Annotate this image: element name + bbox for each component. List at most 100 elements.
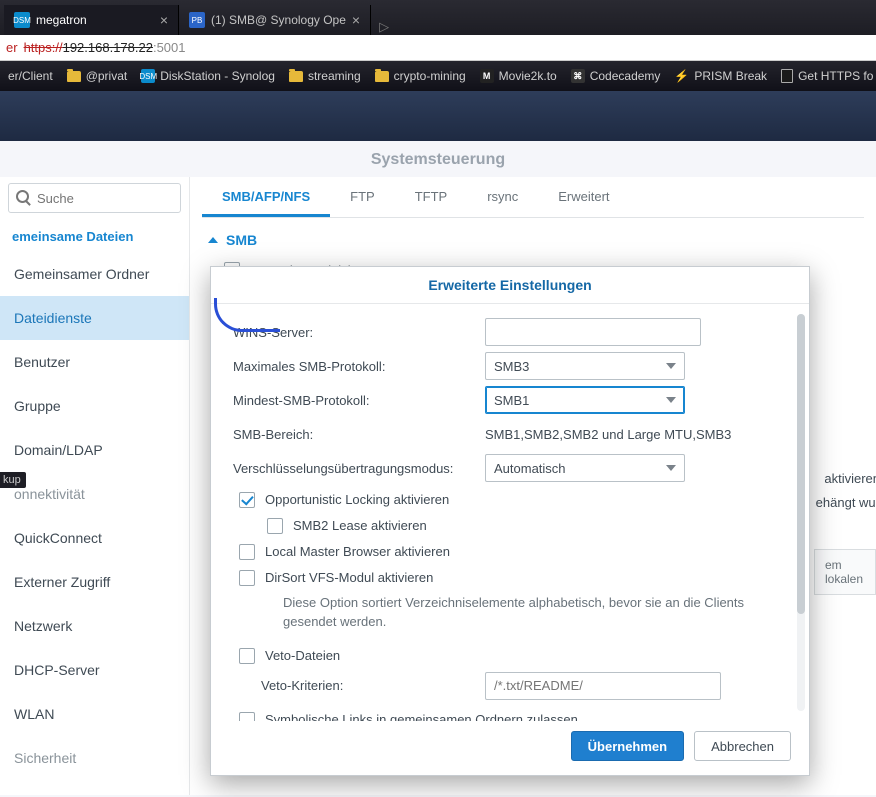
checkbox-label: Symbolische Links in gemeinsamen Ordnern…: [265, 712, 578, 721]
bookmarks-bar: er/Client @privat DSMDiskStation - Synol…: [0, 61, 876, 91]
veto-criteria-input[interactable]: [485, 672, 721, 700]
tooltip-badge: kup: [0, 472, 26, 488]
tab-smb-afp-nfs[interactable]: SMB/AFP/NFS: [202, 179, 330, 217]
section-title: SMB: [226, 232, 257, 248]
apply-button[interactable]: Übernehmen: [571, 731, 684, 761]
checkbox-local-master[interactable]: [239, 544, 255, 560]
dirsort-help-text: Diese Option sortiert Verzeichniselement…: [233, 590, 783, 642]
bolt-icon: ⚡: [674, 69, 689, 83]
checkbox-dirsort[interactable]: [239, 570, 255, 586]
min-smb-label: Mindest-SMB-Protokoll:: [233, 393, 485, 408]
checkbox-label: SMB2 Lease aktivieren: [293, 518, 427, 533]
cancel-button[interactable]: Abbrechen: [694, 731, 791, 761]
sidebar-item-group[interactable]: Gruppe: [0, 384, 189, 428]
sidebar-item-quickconnect[interactable]: QuickConnect: [0, 516, 189, 560]
sidebar-item-external-access[interactable]: Externer Zugriff: [0, 560, 189, 604]
min-smb-select[interactable]: SMB1: [485, 386, 685, 414]
tab-label: (1) SMB@ Synology Ope: [211, 13, 346, 27]
folder-icon: [375, 71, 389, 82]
tabbar: SMB/AFP/NFS FTP TFTP rsync Erweitert: [202, 179, 864, 218]
wins-label: WINS-Server:: [233, 325, 485, 340]
background-text: ehängt wur: [816, 491, 876, 514]
sidebar-item-file-services[interactable]: Dateidienste: [0, 296, 189, 340]
folder-icon: [289, 71, 303, 82]
close-icon[interactable]: ×: [160, 12, 168, 28]
scrollbar-thumb[interactable]: [797, 314, 805, 614]
smb-range-label: SMB-Bereich:: [233, 427, 485, 442]
url-port: :5001: [153, 40, 186, 55]
address-bar[interactable]: er https:// 192.168.178.22 :5001: [0, 35, 876, 61]
pb-favicon-icon: PB: [189, 12, 205, 28]
page-icon: [781, 69, 793, 83]
background-text: aktivieren: [824, 467, 876, 490]
tab-label: megatron: [36, 13, 87, 27]
chevron-down-icon: [666, 465, 676, 471]
chevron-down-icon: [666, 363, 676, 369]
veto-criteria-label: Veto-Kriterien:: [261, 678, 485, 693]
select-value: SMB3: [494, 359, 529, 374]
sidebar-item-network[interactable]: Netzwerk: [0, 604, 189, 648]
chevron-down-icon: [666, 397, 676, 403]
sidebar-item-security[interactable]: Sicherheit: [0, 736, 189, 780]
search-input[interactable]: [8, 183, 181, 213]
dialog-footer: Übernehmen Abbrechen: [211, 721, 809, 775]
bookmark-item[interactable]: ⚡PRISM Break: [674, 69, 767, 83]
checkbox-label: Veto-Dateien: [265, 648, 340, 663]
folder-icon: [67, 71, 81, 82]
sidebar: emeinsame Dateien Gemeinsamer Ordner Dat…: [0, 177, 190, 795]
bookmark-item[interactable]: @privat: [67, 69, 128, 83]
bookmark-item[interactable]: crypto-mining: [375, 69, 466, 83]
section-header-smb[interactable]: SMB: [202, 218, 864, 258]
tab-advanced[interactable]: Erweitert: [538, 179, 629, 217]
search-icon: [16, 190, 29, 203]
dsm-favicon-icon: DSM: [14, 12, 30, 28]
smb-range-value: SMB1,SMB2,SMB2 und Large MTU,SMB3: [485, 427, 731, 442]
chevron-up-icon: [208, 237, 218, 243]
new-tab-button[interactable]: ▷: [371, 19, 397, 35]
select-value: Automatisch: [494, 461, 566, 476]
checkbox-oplock[interactable]: [239, 492, 255, 508]
sidebar-item-dhcp[interactable]: DHCP-Server: [0, 648, 189, 692]
background-box: em lokalen: [814, 549, 876, 595]
dsm-icon: DSM: [141, 69, 155, 83]
url-host: 192.168.178.22: [63, 40, 153, 55]
insecure-label: er: [6, 40, 18, 55]
checkbox-label: Local Master Browser aktivieren: [265, 544, 450, 559]
tab-rsync[interactable]: rsync: [467, 179, 538, 217]
bookmark-item[interactable]: DSMDiskStation - Synolog: [141, 69, 275, 83]
sidebar-item-connectivity[interactable]: onnektivität: [0, 472, 189, 516]
dialog-title: Erweiterte Einstellungen: [211, 267, 809, 304]
sidebar-item-shared-folder[interactable]: Gemeinsamer Ordner: [0, 252, 189, 296]
browser-tab-active[interactable]: DSM megatron ×: [4, 5, 179, 35]
dsm-header-band: [0, 91, 876, 141]
browser-tab[interactable]: PB (1) SMB@ Synology Ope ×: [179, 5, 371, 35]
checkbox-label: DirSort VFS-Modul aktivieren: [265, 570, 433, 585]
bookmark-item[interactable]: er/Client: [8, 69, 53, 83]
encryption-select[interactable]: Automatisch: [485, 454, 685, 482]
encryption-label: Verschlüsselungsübertragungsmodus:: [233, 461, 485, 476]
sidebar-category: emeinsame Dateien: [0, 219, 189, 252]
checkbox-veto[interactable]: [239, 648, 255, 664]
bookmark-item[interactable]: Get HTTPS fo: [781, 69, 873, 83]
advanced-settings-dialog: Erweiterte Einstellungen WINS-Server: Ma…: [210, 266, 810, 776]
checkbox-smb2-lease[interactable]: [267, 518, 283, 534]
close-icon[interactable]: ×: [352, 12, 360, 28]
checkbox-label: Opportunistic Locking aktivieren: [265, 492, 449, 507]
max-smb-select[interactable]: SMB3: [485, 352, 685, 380]
sidebar-item-wlan[interactable]: WLAN: [0, 692, 189, 736]
sidebar-item-domain-ldap[interactable]: Domain/LDAP: [0, 428, 189, 472]
site-icon: ⌘: [571, 69, 585, 83]
dialog-body: WINS-Server: Maximales SMB-Protokoll: SM…: [211, 304, 809, 721]
bookmark-item[interactable]: ⌘Codecademy: [571, 69, 661, 83]
tab-tftp[interactable]: TFTP: [395, 179, 468, 217]
wins-server-input[interactable]: [485, 318, 701, 346]
bookmark-item[interactable]: streaming: [289, 69, 361, 83]
url-scheme: https://: [24, 40, 63, 55]
max-smb-label: Maximales SMB-Protokoll:: [233, 359, 485, 374]
bookmark-item[interactable]: MMovie2k.to: [480, 69, 557, 83]
tab-ftp[interactable]: FTP: [330, 179, 395, 217]
checkbox-symlinks[interactable]: [239, 712, 255, 721]
select-value: SMB1: [494, 393, 529, 408]
window-title: Systemsteuerung: [0, 141, 876, 177]
sidebar-item-user[interactable]: Benutzer: [0, 340, 189, 384]
